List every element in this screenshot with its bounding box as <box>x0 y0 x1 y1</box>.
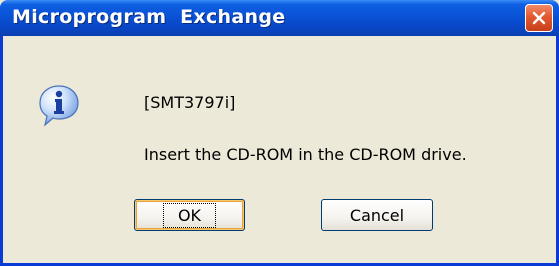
dialog-body: [SMT3797i] Insert the CD-ROM in the CD-R… <box>3 36 556 263</box>
title-bar[interactable]: Microprogram Exchange <box>0 0 559 36</box>
ok-button[interactable]: OK <box>134 199 245 231</box>
message-code: [SMT3797i] <box>144 93 236 112</box>
dialog-window: Microprogram Exchange [SMT3797i] Insert … <box>0 0 559 266</box>
close-button[interactable] <box>525 4 553 32</box>
ok-button-label: OK <box>162 202 217 228</box>
info-icon <box>39 85 79 127</box>
message-text: Insert the CD-ROM in the CD-ROM drive. <box>144 145 467 164</box>
window-title: Microprogram Exchange <box>12 6 286 28</box>
cancel-button-label: Cancel <box>349 205 405 225</box>
cancel-button[interactable]: Cancel <box>321 199 433 231</box>
close-icon <box>532 11 546 25</box>
